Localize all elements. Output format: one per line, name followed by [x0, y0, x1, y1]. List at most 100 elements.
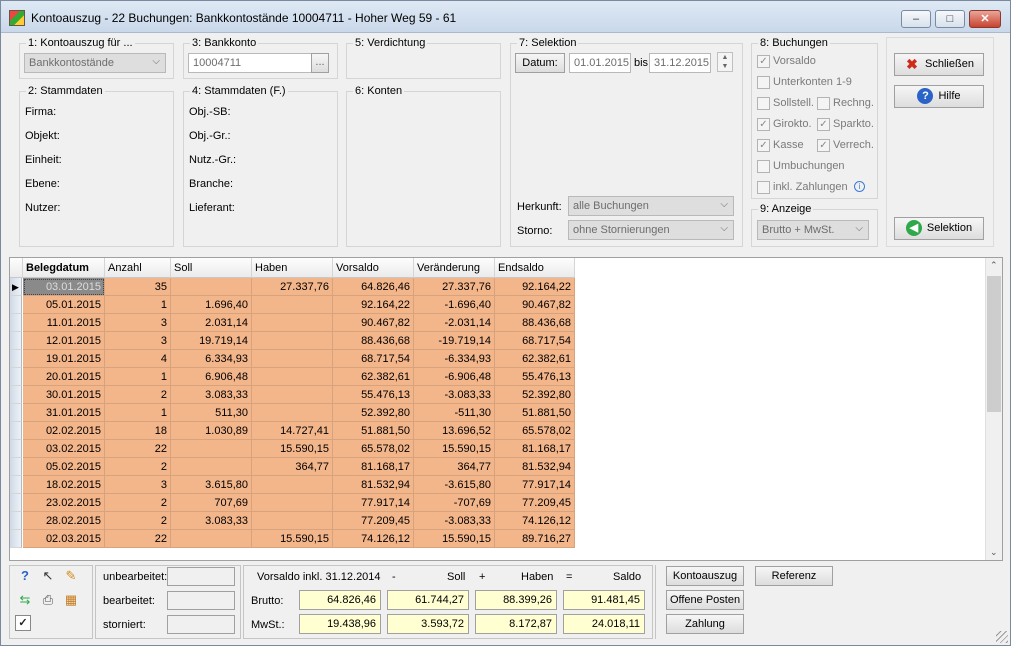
kontoauszug-select[interactable]: Bankkontostände ⌵ [24, 53, 166, 73]
cell-anzahl[interactable]: 2 [105, 458, 171, 476]
cell-endsaldo[interactable]: 92.164,22 [495, 278, 575, 296]
maximize-button[interactable]: □ [935, 10, 965, 28]
refresh-icon[interactable]: ⇆ [15, 591, 35, 611]
cell-belegdatum[interactable]: 19.01.2015 [23, 350, 105, 368]
anzeige-select[interactable]: Brutto + MwSt. ⌵ [757, 220, 869, 240]
col-header-belegdatum[interactable]: Belegdatum [23, 258, 105, 278]
cell-haben[interactable]: 15.590,15 [252, 530, 333, 548]
cell-vorsaldo[interactable]: 65.578,02 [333, 440, 414, 458]
referenz-button[interactable]: Referenz [755, 566, 833, 586]
datum-button[interactable]: Datum: [515, 53, 565, 73]
cell-endsaldo[interactable]: 77.917,14 [495, 476, 575, 494]
table-row[interactable]: 05.01.2015 1 1.696,40 92.164,22 -1.696,40 90.… [10, 296, 575, 314]
cell-soll[interactable]: 1.030,89 [171, 422, 252, 440]
cell-soll[interactable] [171, 440, 252, 458]
table-row[interactable]: 11.01.2015 3 2.031,14 90.467,82 -2.031,14 88.… [10, 314, 575, 332]
rechng-checkbox[interactable]: Rechng. [817, 97, 874, 110]
umbuchungen-checkbox[interactable]: Umbuchungen [757, 160, 845, 173]
cell-soll[interactable] [171, 458, 252, 476]
cell-vorsaldo[interactable]: 64.826,46 [333, 278, 414, 296]
table-row[interactable]: 02.02.2015 18 1.030,89 14.727,41 51.881,50 13… [10, 422, 575, 440]
vertical-scrollbar[interactable]: ⌃ ⌄ [985, 258, 1002, 560]
help-icon[interactable]: ? [15, 567, 35, 587]
cell-endsaldo[interactable]: 51.881,50 [495, 404, 575, 422]
cell-haben[interactable]: 27.337,76 [252, 278, 333, 296]
cell-vorsaldo[interactable]: 77.209,45 [333, 512, 414, 530]
cell-anzahl[interactable]: 3 [105, 314, 171, 332]
cell-endsaldo[interactable]: 81.532,94 [495, 458, 575, 476]
table-row[interactable]: 18.02.2015 3 3.615,80 81.532,94 -3.615,80 77.… [10, 476, 575, 494]
bankkonto-browse-button[interactable]: ... [311, 53, 329, 73]
cell-veraenderung[interactable]: 13.696,52 [414, 422, 495, 440]
cell-anzahl[interactable]: 18 [105, 422, 171, 440]
inkl-zahlungen-checkbox[interactable]: inkl. Zahlungen [757, 181, 848, 194]
cell-belegdatum[interactable]: 02.02.2015 [23, 422, 105, 440]
datum-von-input[interactable]: 01.01.2015 [569, 53, 631, 73]
cell-veraenderung[interactable]: -6.906,48 [414, 368, 495, 386]
cell-endsaldo[interactable]: 74.126,12 [495, 512, 575, 530]
cell-haben[interactable] [252, 512, 333, 530]
cell-belegdatum[interactable]: 03.01.2015 [23, 278, 105, 296]
cell-veraenderung[interactable]: -3.615,80 [414, 476, 495, 494]
cell-anzahl[interactable]: 1 [105, 296, 171, 314]
cell-veraenderung[interactable]: -707,69 [414, 494, 495, 512]
scroll-down-icon[interactable]: ⌄ [990, 547, 998, 558]
row-indicator[interactable] [10, 422, 22, 440]
layout-icon[interactable]: ▦ [61, 591, 81, 611]
table-row[interactable]: 20.01.2015 1 6.906,48 62.382,61 -6.906,48 55.… [10, 368, 575, 386]
close-button[interactable]: ✕ [969, 10, 1001, 28]
cell-haben[interactable] [252, 386, 333, 404]
current-row-indicator[interactable]: ▶ [10, 278, 22, 296]
print-icon[interactable]: ⎙ [38, 591, 58, 611]
cell-soll[interactable]: 3.083,33 [171, 386, 252, 404]
cell-haben[interactable] [252, 350, 333, 368]
table-row[interactable]: 30.01.2015 2 3.083,33 55.476,13 -3.083,33 52.… [10, 386, 575, 404]
cell-veraenderung[interactable]: -1.696,40 [414, 296, 495, 314]
cell-veraenderung[interactable]: 27.337,76 [414, 278, 495, 296]
cell-vorsaldo[interactable]: 92.164,22 [333, 296, 414, 314]
cell-vorsaldo[interactable]: 74.126,12 [333, 530, 414, 548]
cell-anzahl[interactable]: 3 [105, 332, 171, 350]
cell-endsaldo[interactable]: 88.436,68 [495, 314, 575, 332]
cell-anzahl[interactable]: 3 [105, 476, 171, 494]
cell-endsaldo[interactable]: 65.578,02 [495, 422, 575, 440]
cell-vorsaldo[interactable]: 88.436,68 [333, 332, 414, 350]
girokto-checkbox[interactable]: ✓ Girokto. [757, 118, 812, 131]
cell-endsaldo[interactable]: 90.467,82 [495, 296, 575, 314]
row-indicator[interactable] [10, 476, 22, 494]
cell-endsaldo[interactable]: 81.168,17 [495, 440, 575, 458]
cell-belegdatum[interactable]: 18.02.2015 [23, 476, 105, 494]
cell-haben[interactable]: 364,77 [252, 458, 333, 476]
table-row[interactable]: 23.02.2015 2 707,69 77.917,14 -707,69 77.209,… [10, 494, 575, 512]
cell-endsaldo[interactable]: 55.476,13 [495, 368, 575, 386]
row-indicator[interactable] [10, 386, 22, 404]
cell-soll[interactable] [171, 530, 252, 548]
cell-haben[interactable] [252, 404, 333, 422]
herkunft-select[interactable]: alle Buchungen ⌵ [568, 196, 734, 216]
cell-vorsaldo[interactable]: 68.717,54 [333, 350, 414, 368]
table-row[interactable]: 02.03.2015 22 15.590,15 74.126,12 15.590,15 8… [10, 530, 575, 548]
cell-vorsaldo[interactable]: 90.467,82 [333, 314, 414, 332]
scroll-thumb[interactable] [987, 276, 1001, 412]
check-icon[interactable]: ✓ [15, 615, 31, 631]
unterkonten-checkbox[interactable]: Unterkonten 1-9 [757, 76, 852, 89]
col-header-endsaldo[interactable]: Endsaldo [495, 258, 575, 278]
cell-veraenderung[interactable]: 364,77 [414, 458, 495, 476]
table-row[interactable]: 31.01.2015 1 511,30 52.392,80 -511,30 51.881,… [10, 404, 575, 422]
kasse-checkbox[interactable]: ✓ Kasse [757, 139, 804, 152]
row-indicator[interactable] [10, 350, 22, 368]
cell-belegdatum[interactable]: 12.01.2015 [23, 332, 105, 350]
datum-bis-input[interactable]: 31.12.2015 [649, 53, 711, 73]
info-icon[interactable]: i [854, 181, 865, 192]
cell-haben[interactable] [252, 476, 333, 494]
cell-veraenderung[interactable]: -2.031,14 [414, 314, 495, 332]
table-row[interactable]: 12.01.2015 3 19.719,14 88.436,68 -19.719,14 6… [10, 332, 575, 350]
cell-belegdatum[interactable]: 02.03.2015 [23, 530, 105, 548]
cell-soll[interactable] [171, 278, 252, 296]
cell-soll[interactable]: 6.906,48 [171, 368, 252, 386]
row-indicator[interactable] [10, 530, 22, 548]
cell-veraenderung[interactable]: 15.590,15 [414, 530, 495, 548]
row-indicator[interactable] [10, 296, 22, 314]
pointer-icon[interactable]: ↖ [38, 567, 58, 587]
storno-select[interactable]: ohne Stornierungen ⌵ [568, 220, 734, 240]
